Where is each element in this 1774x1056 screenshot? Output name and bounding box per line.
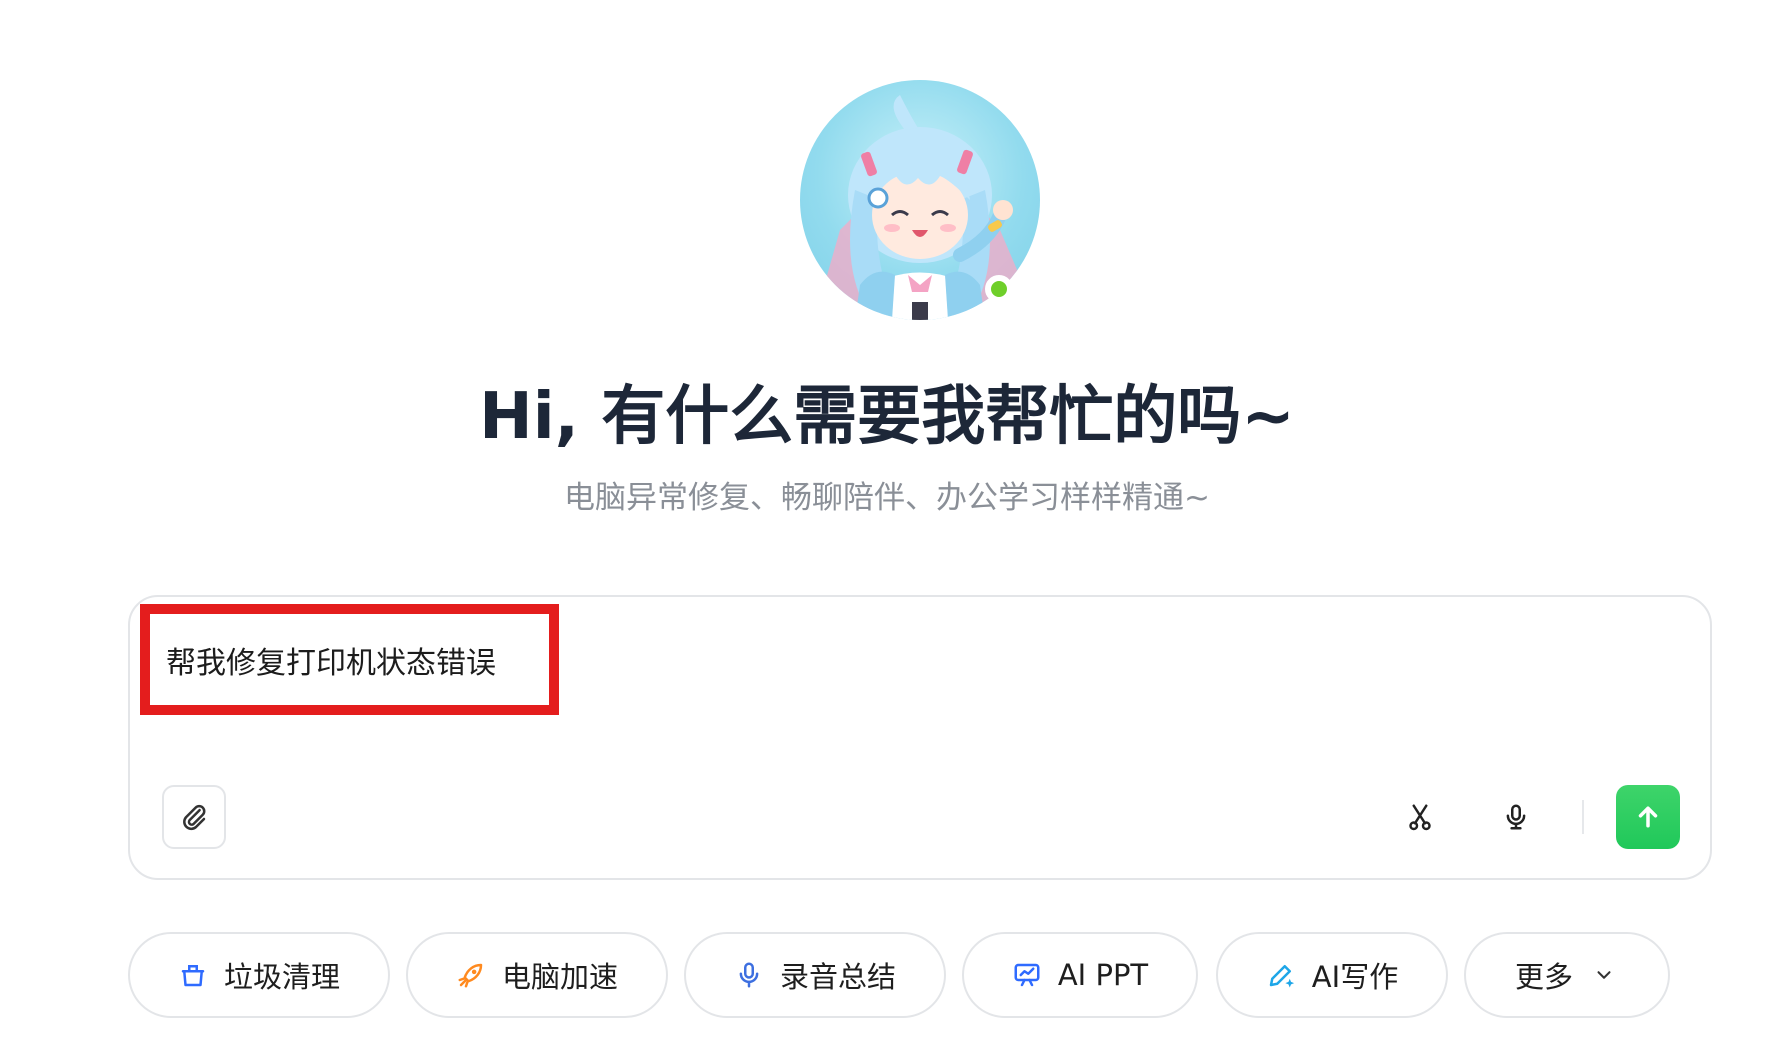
voice-input-button[interactable] — [1494, 795, 1538, 839]
highlight-box — [140, 604, 559, 715]
send-button[interactable] — [1616, 785, 1680, 849]
quick-action-cleanup[interactable]: 垃圾清理 — [128, 932, 390, 1018]
quick-action-label: 录音总结 — [779, 960, 896, 994]
cleanup-icon — [178, 960, 208, 990]
pen-sparkle-icon — [1266, 960, 1296, 990]
quick-action-label: AI写作 — [1311, 960, 1399, 994]
rocket-icon — [456, 960, 486, 990]
quick-action-label: AI PPT — [1057, 958, 1149, 992]
scissors-icon — [1409, 804, 1431, 831]
assistant-home: Hi, 有什么需要我帮忙的吗~ 电脑异常修复、畅聊陪伴、办公学习样样精通~ 帮我… — [0, 0, 1774, 1056]
quick-action-label: 垃圾清理 — [223, 960, 340, 994]
quick-action-ai-ppt[interactable]: AI PPT — [962, 932, 1198, 1018]
microphone-icon — [1506, 804, 1526, 830]
quick-action-more[interactable]: 更多 — [1464, 932, 1670, 1018]
quick-action-label: 电脑加速 — [501, 960, 618, 994]
page-subtitle: 电脑异常修复、畅聊陪伴、办公学习样样精通~ — [564, 480, 1210, 516]
quick-action-speedup[interactable]: 电脑加速 — [406, 932, 668, 1018]
arrow-up-icon — [1638, 806, 1658, 828]
microphone-icon — [734, 960, 764, 990]
quick-action-ai-writing[interactable]: AI写作 — [1216, 932, 1448, 1018]
quick-action-label: 更多 — [1514, 960, 1573, 994]
attach-file-button[interactable] — [162, 785, 226, 849]
presentation-icon — [1012, 960, 1042, 990]
chevron-down-icon — [1589, 960, 1619, 990]
screenshot-scissors-button[interactable] — [1398, 795, 1442, 839]
page-title: Hi, 有什么需要我帮忙的吗~ — [479, 380, 1295, 454]
paperclip-icon — [183, 804, 206, 831]
quick-actions: 垃圾清理 电脑加速 录音总结 AI PPT AI写作 更多 — [0, 932, 1774, 1022]
quick-action-recording-summary[interactable]: 录音总结 — [684, 932, 946, 1018]
toolbar-divider — [1582, 800, 1584, 834]
online-status-dot — [985, 275, 1013, 303]
